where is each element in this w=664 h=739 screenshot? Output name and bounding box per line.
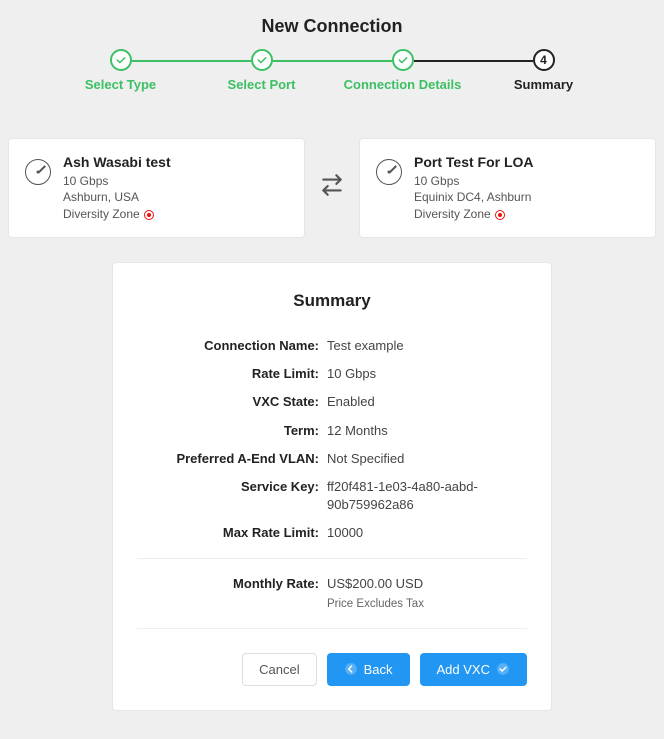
port-location: Equinix DC4, Ashburn (414, 189, 534, 206)
step-label: Connection Details (344, 77, 462, 92)
port-speed: 10 Gbps (414, 173, 534, 190)
check-icon (251, 49, 273, 71)
add-vxc-button[interactable]: Add VXC (420, 653, 527, 686)
diversity-zone: Diversity Zone (414, 206, 534, 223)
label: Monthly Rate: (137, 575, 327, 611)
value: 10000 (327, 524, 527, 542)
step-connection-details[interactable]: Connection Details (332, 49, 473, 92)
wizard-header: New Connection Select Type Select Port C… (0, 0, 664, 110)
label: Term: (137, 422, 327, 440)
check-circle-icon (496, 662, 510, 676)
gauge-icon (376, 159, 402, 185)
back-label: Back (364, 662, 393, 677)
check-icon (110, 49, 132, 71)
label: Connection Name: (137, 337, 327, 355)
check-icon (392, 49, 414, 71)
step-label: Summary (514, 77, 573, 92)
port-location: Ashburn, USA (63, 189, 171, 206)
dest-port-card[interactable]: Port Test For LOA 10 Gbps Equinix DC4, A… (359, 138, 656, 238)
rate-note: Price Excludes Tax (327, 596, 527, 612)
value: US$200.00 USD Price Excludes Tax (327, 575, 527, 611)
add-vxc-label: Add VXC (437, 662, 490, 677)
row-preferred-vlan: Preferred A-End VLAN: Not Specified (137, 450, 527, 468)
port-speed: 10 Gbps (63, 173, 171, 190)
step-select-type[interactable]: Select Type (50, 49, 191, 92)
ports-row: Ash Wasabi test 10 Gbps Ashburn, USA Div… (0, 110, 664, 254)
diversity-zone: Diversity Zone (63, 206, 171, 223)
row-service-key: Service Key: ff20f481-1e03-4a80-aabd-90b… (137, 478, 527, 514)
label: Service Key: (137, 478, 327, 514)
label: Max Rate Limit: (137, 524, 327, 542)
step-connector (132, 60, 251, 62)
step-summary[interactable]: 4 Summary (473, 49, 614, 92)
label: VXC State: (137, 393, 327, 411)
value: ff20f481-1e03-4a80-aabd-90b759962a86 (327, 478, 527, 514)
row-connection-name: Connection Name: Test example (137, 337, 527, 355)
value: Not Specified (327, 450, 527, 468)
port-info: Port Test For LOA 10 Gbps Equinix DC4, A… (414, 153, 534, 223)
diversity-zone-red-icon (144, 210, 154, 220)
summary-heading: Summary (137, 291, 527, 311)
action-bar: Cancel Back Add VXC (137, 653, 527, 686)
cancel-label: Cancel (259, 662, 299, 677)
port-name: Ash Wasabi test (63, 153, 171, 173)
row-max-rate-limit: Max Rate Limit: 10000 (137, 524, 527, 542)
row-vxc-state: VXC State: Enabled (137, 393, 527, 411)
page-title: New Connection (0, 16, 664, 37)
divider (137, 628, 527, 629)
divider (137, 558, 527, 559)
diversity-zone-label: Diversity Zone (63, 206, 140, 223)
step-label: Select Type (85, 77, 156, 92)
back-button[interactable]: Back (327, 653, 410, 686)
value: Test example (327, 337, 527, 355)
diversity-zone-red-icon (495, 210, 505, 220)
row-monthly-rate: Monthly Rate: US$200.00 USD Price Exclud… (137, 575, 527, 611)
label: Preferred A-End VLAN: (137, 450, 327, 468)
monthly-rate-value: US$200.00 USD (327, 575, 527, 593)
port-info: Ash Wasabi test 10 Gbps Ashburn, USA Div… (63, 153, 171, 223)
step-label: Select Port (228, 77, 296, 92)
summary-card: Summary Connection Name: Test example Ra… (112, 262, 552, 711)
stepper: Select Type Select Port Connection Detai… (0, 49, 664, 110)
step-select-port[interactable]: Select Port (191, 49, 332, 92)
gauge-icon (25, 159, 51, 185)
step-connector (414, 60, 533, 62)
value: Enabled (327, 393, 527, 411)
step-number: 4 (533, 49, 555, 71)
diversity-zone-label: Diversity Zone (414, 206, 491, 223)
row-rate-limit: Rate Limit: 10 Gbps (137, 365, 527, 383)
source-port-card[interactable]: Ash Wasabi test 10 Gbps Ashburn, USA Div… (8, 138, 305, 238)
swap-icon (319, 172, 345, 203)
value: 12 Months (327, 422, 527, 440)
port-name: Port Test For LOA (414, 153, 534, 173)
cancel-button[interactable]: Cancel (242, 653, 316, 686)
step-connector (273, 60, 392, 62)
label: Rate Limit: (137, 365, 327, 383)
value: 10 Gbps (327, 365, 527, 383)
row-term: Term: 12 Months (137, 422, 527, 440)
back-arrow-icon (344, 662, 358, 676)
